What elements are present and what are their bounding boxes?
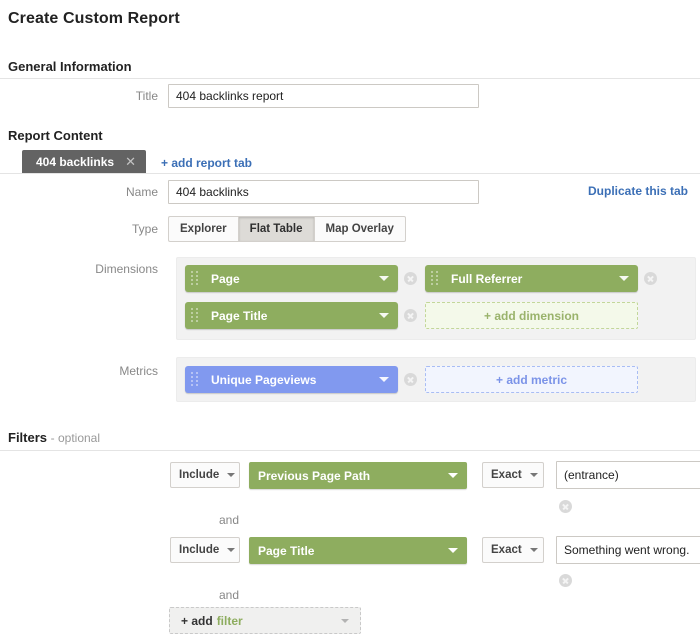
filters-optional-text: - optional bbox=[51, 431, 100, 445]
filter-2-include-select[interactable]: Include bbox=[170, 537, 240, 563]
remove-filter-2-icon[interactable] bbox=[559, 574, 572, 587]
chevron-down-icon[interactable] bbox=[227, 548, 235, 552]
dimension-pill-label: Page Title bbox=[211, 309, 379, 323]
chevron-down-icon[interactable] bbox=[448, 548, 458, 553]
drag-handle-icon[interactable] bbox=[431, 271, 444, 286]
filter-and-label-2: and bbox=[219, 588, 239, 602]
filter-1-value-input[interactable] bbox=[556, 461, 700, 489]
filter-1-field-label: Previous Page Path bbox=[258, 469, 448, 483]
filter-2-field-select[interactable]: Page Title bbox=[249, 537, 467, 564]
chevron-down-icon[interactable] bbox=[530, 548, 538, 552]
dimension-pill-label: Page bbox=[211, 272, 379, 286]
name-input[interactable] bbox=[168, 180, 479, 204]
divider-report-content bbox=[0, 173, 700, 174]
filter-1-match-label: Exact bbox=[491, 469, 522, 481]
add-metric-label: + add metric bbox=[496, 373, 567, 387]
dimension-row-1: Page Full Referrer bbox=[185, 265, 657, 292]
section-heading-general-information: General Information bbox=[8, 59, 132, 74]
type-button-group: Explorer Flat Table Map Overlay bbox=[168, 216, 406, 242]
type-option-map-overlay[interactable]: Map Overlay bbox=[314, 216, 406, 242]
close-icon[interactable]: ✕ bbox=[125, 155, 136, 168]
dimension-pill-page[interactable]: Page bbox=[185, 265, 398, 292]
filter-1-include-select[interactable]: Include bbox=[170, 462, 240, 488]
remove-dimension-icon[interactable] bbox=[644, 272, 657, 285]
filter-2-include-label: Include bbox=[179, 544, 219, 556]
type-option-explorer[interactable]: Explorer bbox=[168, 216, 238, 242]
dimension-row-2: Page Title + add dimension bbox=[185, 302, 638, 329]
title-input[interactable] bbox=[168, 84, 479, 108]
title-label: Title bbox=[8, 89, 158, 103]
filter-2-match-select[interactable]: Exact bbox=[482, 537, 544, 563]
filters-heading-text: Filters bbox=[8, 430, 47, 445]
filter-1-include-label: Include bbox=[179, 469, 219, 481]
metric-pill-unique-pageviews[interactable]: Unique Pageviews bbox=[185, 366, 398, 393]
section-heading-filters: Filters - optional bbox=[8, 430, 100, 445]
filter-2-match-label: Exact bbox=[491, 544, 522, 556]
chevron-down-icon[interactable] bbox=[379, 377, 389, 382]
dimensions-label: Dimensions bbox=[8, 262, 158, 276]
filter-2-value-input[interactable] bbox=[556, 536, 700, 564]
chevron-down-icon[interactable] bbox=[619, 276, 629, 281]
drag-handle-icon[interactable] bbox=[191, 308, 204, 323]
page-title: Create Custom Report bbox=[8, 10, 180, 28]
add-filter-button[interactable]: + add filter bbox=[169, 607, 361, 634]
chevron-down-icon[interactable] bbox=[379, 313, 389, 318]
dimensions-panel: Page Full Referrer Page Title bbox=[176, 257, 696, 340]
remove-dimension-icon[interactable] bbox=[404, 272, 417, 285]
type-option-flat-table[interactable]: Flat Table bbox=[238, 216, 314, 242]
add-dimension-button[interactable]: + add dimension bbox=[425, 302, 638, 329]
section-heading-report-content: Report Content bbox=[8, 128, 103, 143]
add-filter-label-1: + add bbox=[181, 614, 213, 628]
filter-and-label-1: and bbox=[219, 513, 239, 527]
dimension-pill-full-referrer[interactable]: Full Referrer bbox=[425, 265, 638, 292]
dimension-pill-page-title[interactable]: Page Title bbox=[185, 302, 398, 329]
add-dimension-label: + add dimension bbox=[484, 309, 579, 323]
drag-handle-icon[interactable] bbox=[191, 271, 204, 286]
filter-1-match-select[interactable]: Exact bbox=[482, 462, 544, 488]
create-custom-report-page: Create Custom Report General Information… bbox=[0, 0, 700, 637]
add-metric-button[interactable]: + add metric bbox=[425, 366, 638, 393]
divider-filters bbox=[0, 450, 700, 451]
drag-handle-icon[interactable] bbox=[191, 372, 204, 387]
remove-metric-icon[interactable] bbox=[404, 373, 417, 386]
name-label: Name bbox=[8, 185, 158, 199]
remove-dimension-icon[interactable] bbox=[404, 309, 417, 322]
report-tab-404-backlinks[interactable]: 404 backlinks ✕ bbox=[22, 150, 146, 173]
add-report-tab-link[interactable]: + add report tab bbox=[161, 156, 252, 170]
divider-general-information bbox=[0, 78, 700, 79]
metric-row-1: Unique Pageviews + add metric bbox=[185, 366, 638, 393]
report-tab-label: 404 backlinks bbox=[36, 155, 114, 169]
chevron-down-icon[interactable] bbox=[341, 619, 349, 623]
remove-filter-1-icon[interactable] bbox=[559, 500, 572, 513]
chevron-down-icon[interactable] bbox=[227, 473, 235, 477]
dimension-pill-label: Full Referrer bbox=[451, 272, 619, 286]
chevron-down-icon[interactable] bbox=[530, 473, 538, 477]
add-filter-label-2: filter bbox=[217, 614, 243, 628]
filter-2-field-label: Page Title bbox=[258, 544, 448, 558]
type-label: Type bbox=[8, 222, 158, 236]
filter-1-field-select[interactable]: Previous Page Path bbox=[249, 462, 467, 489]
duplicate-this-tab-link[interactable]: Duplicate this tab bbox=[588, 184, 688, 198]
chevron-down-icon[interactable] bbox=[448, 473, 458, 478]
metrics-panel: Unique Pageviews + add metric bbox=[176, 357, 696, 402]
metrics-label: Metrics bbox=[8, 364, 158, 378]
chevron-down-icon[interactable] bbox=[379, 276, 389, 281]
metric-pill-label: Unique Pageviews bbox=[211, 373, 379, 387]
